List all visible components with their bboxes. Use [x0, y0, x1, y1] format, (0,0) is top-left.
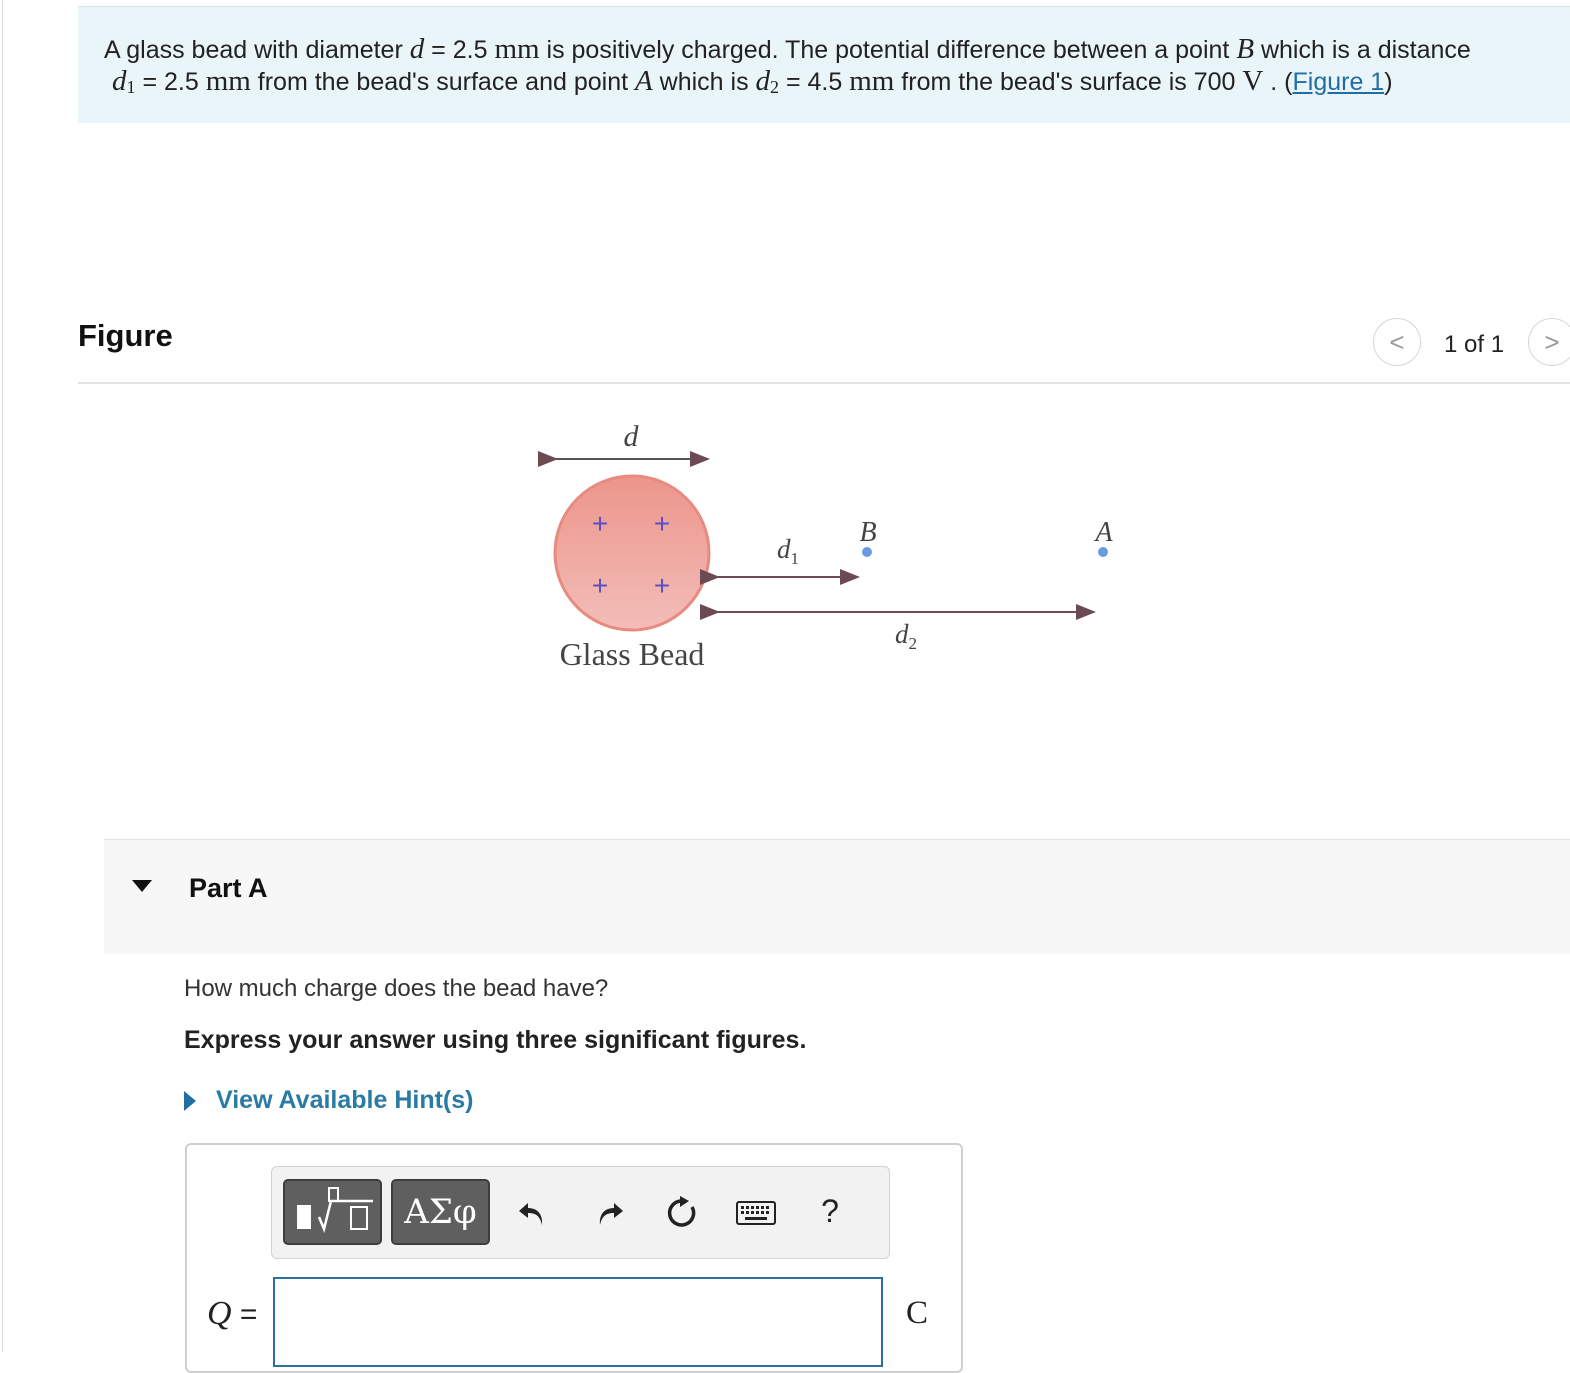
- figure-heading: Figure: [78, 318, 173, 353]
- point-A: [1098, 547, 1108, 557]
- problem-text: from the bead's surface and point: [250, 68, 635, 96]
- unit-volt: V: [1242, 65, 1264, 97]
- glass-bead-diagram: d + + + + Glass Bead d1 d2 B A: [538, 420, 1113, 672]
- point-B-label: B: [859, 517, 876, 548]
- answer-unit: C: [906, 1295, 929, 1331]
- d1-label: d1: [777, 534, 799, 568]
- chevron-left-icon: <: [1389, 326, 1405, 357]
- answer-variable-label: Q =: [207, 1295, 258, 1332]
- plus-charge: +: [592, 508, 608, 539]
- point-A-label: A: [1093, 517, 1113, 548]
- problem-line-1: A glass bead with diameter d = 2.5 mm is…: [104, 33, 1471, 66]
- plus-charge: +: [654, 508, 670, 539]
- redo-icon[interactable]: [590, 1193, 630, 1233]
- question-text: How much charge does the bead have?: [184, 975, 609, 1002]
- instruction-text: Express your answer using three signific…: [184, 1026, 807, 1054]
- problem-text: = 4.5: [779, 68, 850, 96]
- greek-symbols-button[interactable]: ΑΣφ: [391, 1179, 490, 1245]
- figure-pager-count: 1 of 1: [1444, 331, 1505, 358]
- glass-bead: [553, 474, 711, 632]
- fraction-sqrt-template-icon: [296, 1187, 373, 1233]
- undo-icon[interactable]: [512, 1193, 552, 1233]
- part-title: Part A: [189, 873, 268, 903]
- math-toolbar: ΑΣφ ?: [271, 1166, 890, 1259]
- templates-button[interactable]: [283, 1179, 382, 1245]
- plus-charge: +: [592, 570, 608, 601]
- unit-mm: mm: [849, 65, 895, 97]
- problem-text: which is: [652, 68, 756, 96]
- problem-text: A glass bead with diameter: [104, 36, 410, 64]
- math-A: A: [635, 65, 653, 97]
- previous-figure-button[interactable]: <: [1373, 318, 1421, 366]
- math-d1: d1: [112, 65, 136, 97]
- unit-mm: mm: [205, 65, 251, 97]
- collapse-caret-icon[interactable]: [132, 880, 152, 892]
- unit-mm: mm: [494, 33, 540, 65]
- chevron-right-icon: >: [1544, 326, 1560, 357]
- diameter-label: d: [624, 420, 640, 453]
- problem-text: which is a distance: [1254, 36, 1471, 64]
- problem-text: from the bead's surface is 700: [894, 68, 1243, 96]
- math-B: B: [1236, 33, 1255, 65]
- problem-line-2: d1 = 2.5 mm from the bead's surface and …: [112, 65, 1393, 98]
- figure-divider: [78, 382, 1570, 384]
- d2-label: d2: [895, 619, 917, 653]
- problem-statement: A glass bead with diameter d = 2.5 mm is…: [78, 6, 1570, 123]
- page-left-border: [2, 0, 3, 1352]
- plus-charge: +: [654, 570, 670, 601]
- keyboard-icon[interactable]: [735, 1193, 777, 1233]
- next-figure-button[interactable]: >: [1528, 318, 1570, 366]
- answer-input[interactable]: [273, 1277, 883, 1367]
- problem-text: = 2.5: [424, 36, 495, 64]
- math-d: d: [409, 33, 425, 65]
- bead-caption: Glass Bead: [560, 636, 705, 672]
- problem-text: is positively charged. The potential dif…: [539, 36, 1237, 64]
- part-a-header[interactable]: Part A: [104, 839, 1570, 954]
- expand-caret-icon: [184, 1090, 196, 1111]
- math-d2: d2: [755, 65, 780, 97]
- reset-icon[interactable]: [662, 1193, 702, 1233]
- figure-link[interactable]: Figure 1: [1293, 68, 1385, 96]
- problem-text: . (: [1263, 68, 1293, 96]
- view-hints-link[interactable]: View Available Hint(s): [184, 1086, 473, 1115]
- problem-text: = 2.5: [135, 68, 206, 96]
- help-button[interactable]: ?: [810, 1191, 850, 1231]
- problem-text: ): [1384, 68, 1393, 96]
- point-B: [862, 547, 872, 557]
- hint-link-label: View Available Hint(s): [216, 1086, 474, 1114]
